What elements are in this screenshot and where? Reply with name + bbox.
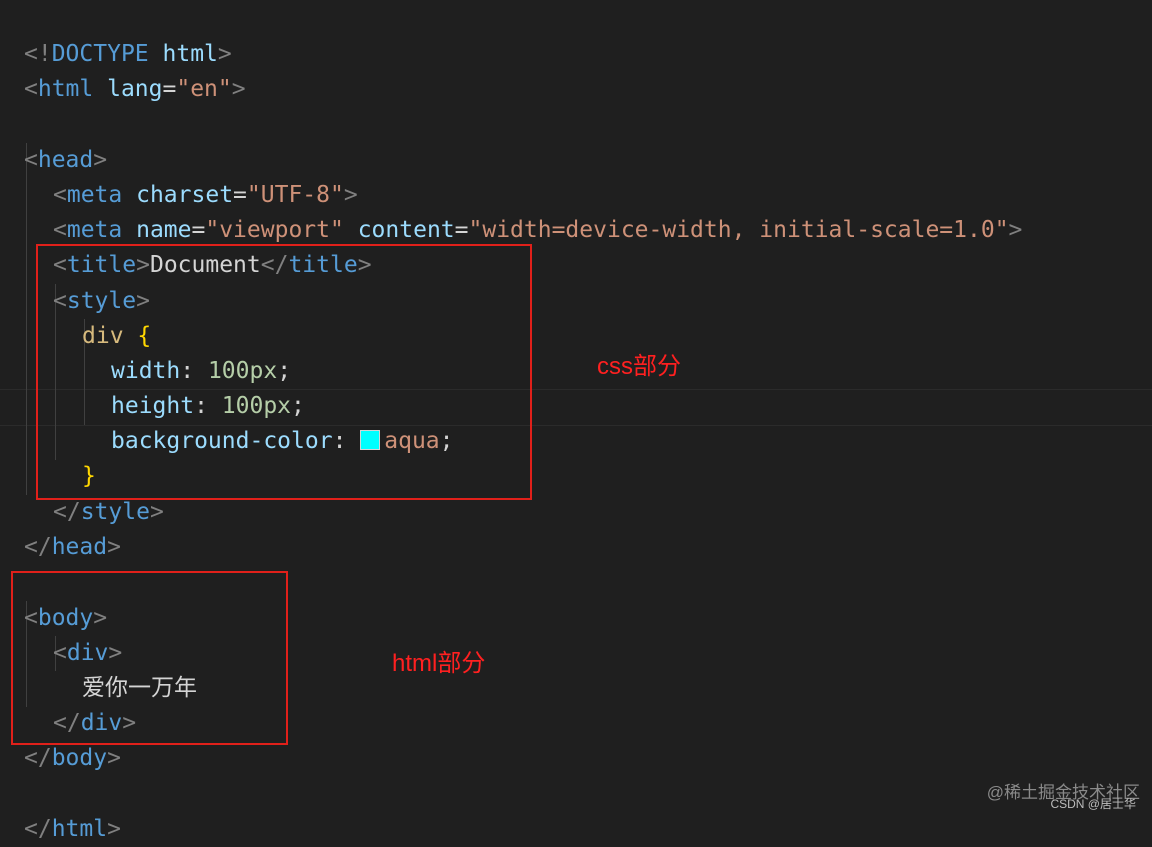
token: </ <box>24 745 52 771</box>
code-line: <html lang="en"> <box>24 37 246 102</box>
indent-guide-head <box>26 143 27 495</box>
code-line: <meta name="viewport" content="width=dev… <box>53 178 1022 243</box>
token: > <box>107 745 121 771</box>
token: < <box>24 76 38 102</box>
token: > <box>107 816 121 842</box>
token: </ <box>24 816 52 842</box>
token: > <box>231 76 246 102</box>
token: "en" <box>176 76 232 102</box>
css-section-label: css部分 <box>597 353 681 380</box>
token: > <box>149 499 164 525</box>
token: = <box>162 76 177 102</box>
code-line: <!DOCTYPE html> <box>24 2 232 67</box>
html-section-box <box>11 571 288 745</box>
token: > <box>1008 217 1023 243</box>
token: = <box>454 217 469 243</box>
code-line: <title>Document</title> <box>53 213 372 278</box>
html-section-label: html部分 <box>392 650 486 677</box>
token: < <box>24 147 38 173</box>
token: </ <box>24 534 52 560</box>
code-line: <meta charset="UTF-8"> <box>53 143 358 208</box>
token: html <box>37 76 94 102</box>
code-line: </head> <box>24 495 121 560</box>
token: body <box>51 745 108 771</box>
css-section-box <box>36 244 532 500</box>
token: > <box>107 534 121 560</box>
token: "width=device-width, initial-scale=1.0" <box>468 217 1009 243</box>
token: content <box>357 217 455 243</box>
code-line: </html> <box>24 777 121 842</box>
token: head <box>51 534 108 560</box>
token: lang <box>107 76 163 102</box>
code-line: <head> <box>24 108 107 173</box>
token: html <box>51 816 108 842</box>
watermark-sub: CSDN @居士华 <box>1050 797 1136 811</box>
